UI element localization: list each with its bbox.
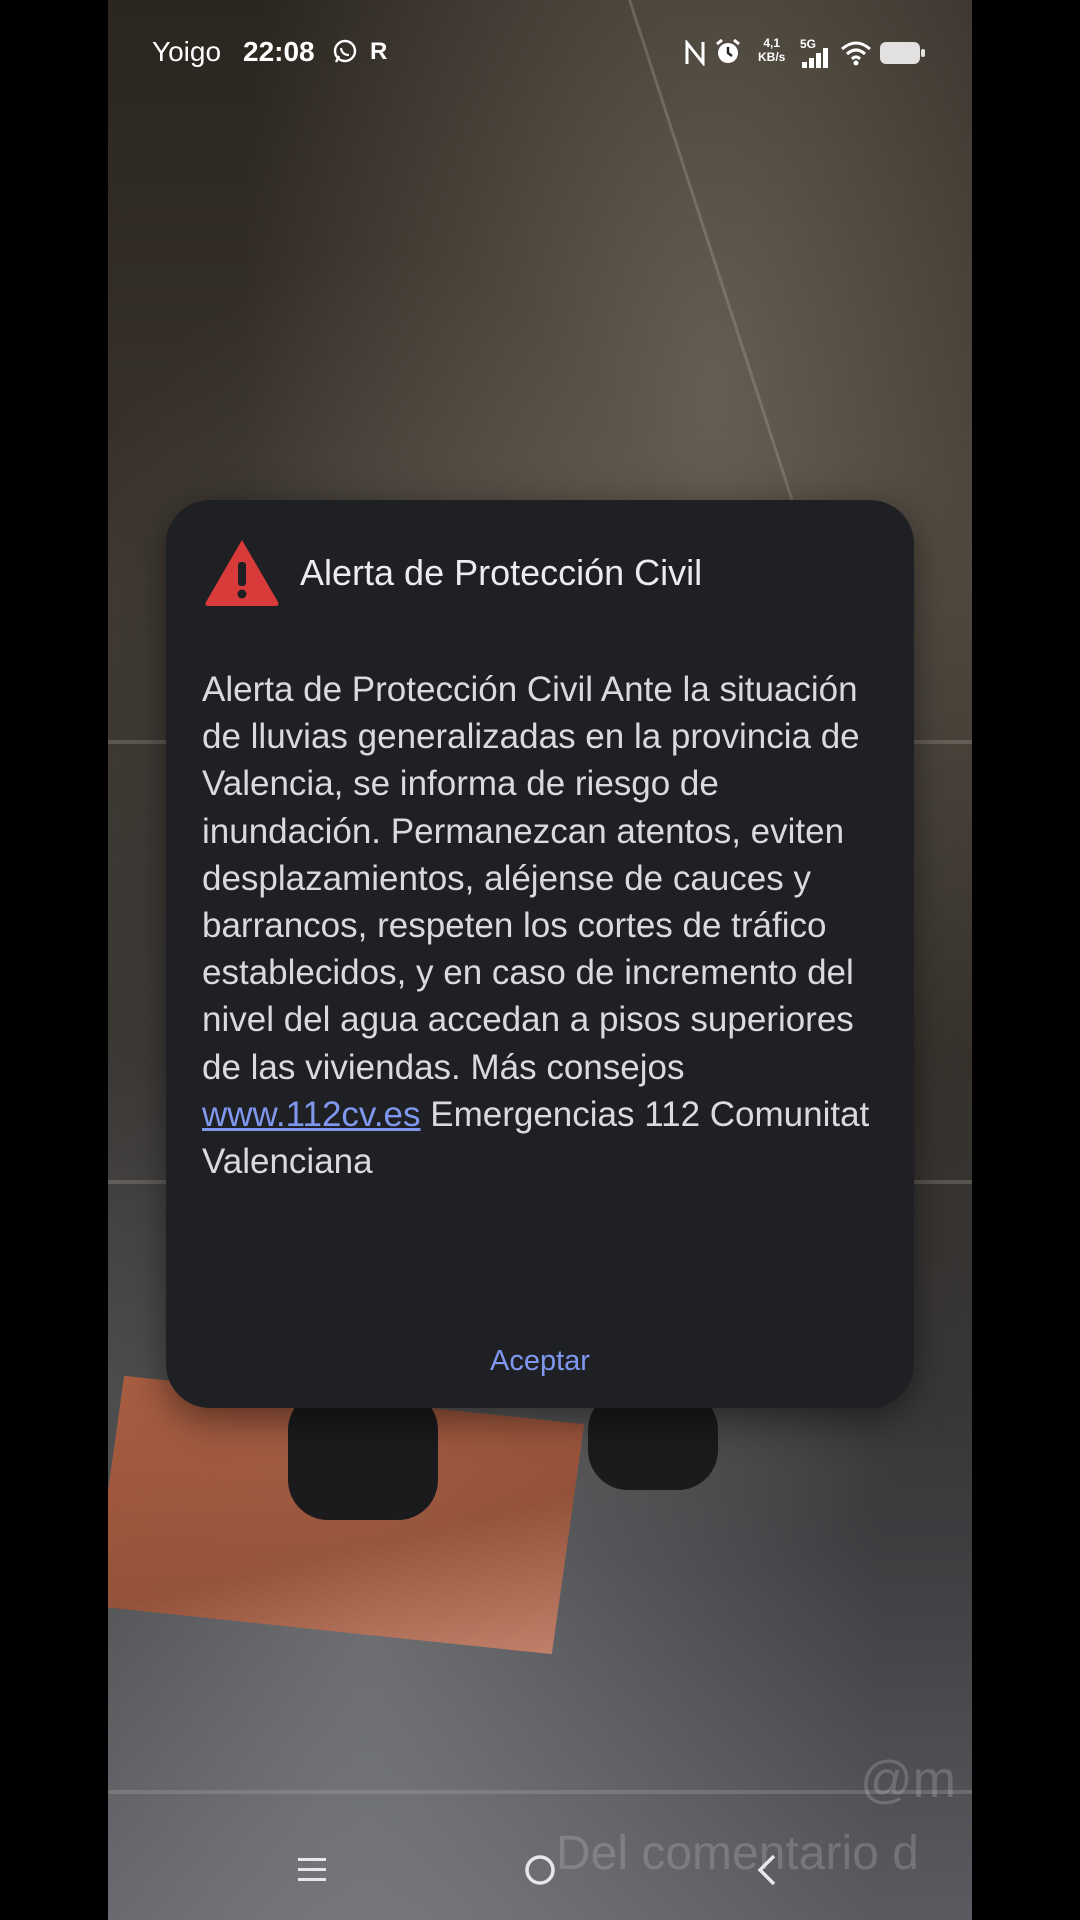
screen: @m Del comentario d Yoigo 22:08 R 4,1 KB… xyxy=(108,0,972,1920)
dialog-title: Alerta de Protección Civil xyxy=(300,552,703,593)
alarm-icon xyxy=(714,38,742,66)
network-speed-unit: KB/s xyxy=(758,50,786,64)
network-speed: 4,1 KB/s xyxy=(758,36,785,64)
home-icon[interactable] xyxy=(510,1844,570,1896)
wifi-icon xyxy=(840,40,872,66)
menu-icon[interactable] xyxy=(282,1844,342,1896)
background-boot xyxy=(288,1390,438,1520)
alert-message-text: Alerta de Protección Civil Ante la situa… xyxy=(202,670,860,1087)
emergency-alert-dialog: Alerta de Protección Civil Alerta de Pro… xyxy=(166,500,914,1408)
background-tile-line xyxy=(108,1790,972,1794)
navigation-bar xyxy=(108,1820,972,1920)
accept-button[interactable]: Aceptar xyxy=(450,1336,630,1386)
alert-link[interactable]: www.112cv.es xyxy=(202,1095,421,1134)
roaming-indicator: R xyxy=(370,38,388,65)
whatsapp-icon xyxy=(332,38,358,64)
nfc-icon xyxy=(684,38,706,68)
status-time: 22:08 xyxy=(243,36,315,67)
alert-message: Alerta de Protección Civil Ante la situa… xyxy=(202,666,878,1185)
carrier-name: Yoigo xyxy=(152,36,222,67)
back-icon[interactable] xyxy=(738,1844,798,1896)
battery-icon xyxy=(880,42,925,64)
network-speed-value: 4,1 xyxy=(763,36,781,50)
status-bar: Yoigo 22:08 R 4,1 KB/s 5G xyxy=(108,0,972,110)
watermark-handle: @m xyxy=(860,1751,957,1809)
warning-icon xyxy=(202,536,282,608)
dialog-header: Alerta de Protección Civil xyxy=(202,536,882,616)
signal-icon xyxy=(802,48,830,68)
